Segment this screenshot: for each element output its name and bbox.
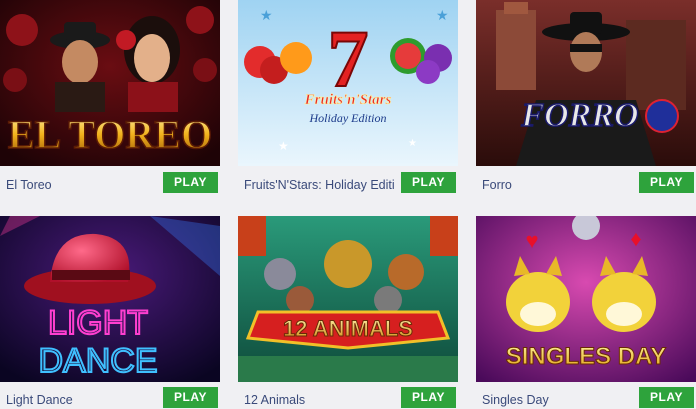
forro-thumbnail[interactable]: FORRO xyxy=(476,0,696,166)
light-dance-artwork: LIGHT DANCE xyxy=(0,216,220,382)
el-toreo-logo: EL TOREO xyxy=(8,112,212,157)
star-icon: ★ xyxy=(436,7,449,23)
diamond-icon: ♦ xyxy=(630,226,641,251)
game-grid: EL TOREO El Toreo PLAY ★ ★ 7 Fruits'n'St… xyxy=(0,0,696,409)
play-button[interactable]: PLAY xyxy=(639,387,694,408)
singles-day-logo: SINGLES DAY xyxy=(506,343,667,370)
play-button[interactable]: PLAY xyxy=(163,387,218,408)
fruits-n-stars-thumbnail[interactable]: ★ ★ 7 Fruits'n'Stars Holiday Edition ★ ★ xyxy=(238,0,458,166)
play-button[interactable]: PLAY xyxy=(401,387,456,408)
el-toreo-artwork: EL TOREO xyxy=(0,0,220,166)
fruits-n-stars-subtitle: Holiday Edition xyxy=(309,111,387,125)
12-animals-artwork: 12 ANIMALS xyxy=(238,216,458,382)
12-animals-logo: 12 ANIMALS xyxy=(283,316,413,341)
forro-logo: FORRO xyxy=(520,97,638,134)
play-button[interactable]: PLAY xyxy=(163,172,218,193)
fruits-n-stars-logo: Fruits'n'Stars xyxy=(304,92,392,108)
star-icon: ★ xyxy=(260,7,273,23)
play-button[interactable]: PLAY xyxy=(401,172,456,193)
game-title[interactable]: Light Dance xyxy=(6,393,73,409)
game-title[interactable]: 12 Animals xyxy=(244,393,305,409)
forro-artwork: FORRO xyxy=(476,0,696,166)
star-icon: ★ xyxy=(278,139,289,153)
heart-icon: ♥ xyxy=(525,228,538,253)
12-animals-thumbnail[interactable]: 12 ANIMALS xyxy=(238,216,458,382)
fruits-n-stars-seven: 7 xyxy=(328,13,369,104)
light-dance-logo-line1: LIGHT xyxy=(48,304,148,342)
game-title[interactable]: Forro xyxy=(482,178,512,198)
fruits-n-stars-artwork: ★ ★ 7 Fruits'n'Stars Holiday Edition ★ ★ xyxy=(238,0,458,166)
singles-day-thumbnail[interactable]: ♥ ♦ SINGLES DAY xyxy=(476,216,696,382)
game-title[interactable]: El Toreo xyxy=(6,178,52,198)
play-button[interactable]: PLAY xyxy=(639,172,694,193)
star-icon: ★ xyxy=(408,138,417,149)
light-dance-thumbnail[interactable]: LIGHT DANCE xyxy=(0,216,220,382)
singles-day-artwork: ♥ ♦ SINGLES DAY xyxy=(476,216,696,382)
el-toreo-thumbnail[interactable]: EL TOREO xyxy=(0,0,220,166)
game-title[interactable]: Singles Day xyxy=(482,393,549,409)
light-dance-logo-line2: DANCE xyxy=(38,342,157,380)
game-title[interactable]: Fruits'N'Stars: Holiday Edition xyxy=(244,178,394,198)
